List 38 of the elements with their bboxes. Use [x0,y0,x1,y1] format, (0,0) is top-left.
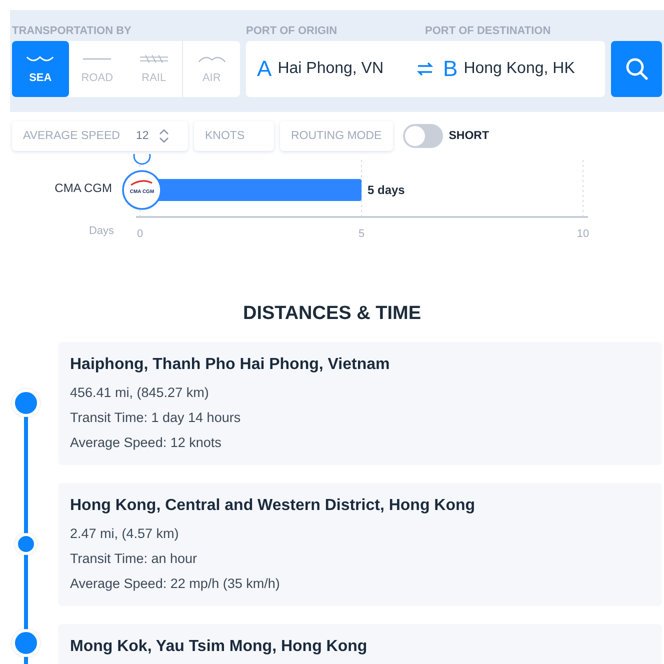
carrier-label: CMA CGM [54,181,112,195]
stop-detail: Transit Time: an hour [70,550,198,568]
stop-detail: Transit Time: 1 day 14 hours [70,409,242,427]
tick-label: 5 [358,228,365,240]
stop-name: Haiphong, Thanh Pho Hai Phong, Vietnam [70,356,391,374]
stop-detail: Average Speed: 12 knots [70,434,222,452]
tick-label: 0 [136,228,144,240]
unit-select[interactable]: KNOTS [194,121,274,151]
wave-icon [25,54,56,64]
origin-field[interactable]: A Hai Phong, VN [246,41,412,97]
stepper-icon [158,128,169,144]
search-icon [624,57,648,81]
swap-icon [417,62,433,76]
speed-field[interactable]: AVERAGE SPEED 12 [12,121,188,151]
axis-title: Days [88,225,114,237]
rail-icon [138,54,169,64]
transport-label: TRANSPORTATION BY [12,25,132,37]
search-button[interactable] [611,41,662,97]
mode-tab[interactable]: RAIL [126,41,182,97]
air-route-icon [196,54,227,64]
routing-mode-label: ROUTING MODE [280,121,393,151]
stop-detail: 456.41 mi, (845.27 km) [70,384,210,402]
stop-detail: Average Speed: 22 mp/h (35 km/h) [70,575,281,593]
mode-tab[interactable]: SEA [12,41,69,97]
tick-label: 10 [576,228,590,240]
destination-field[interactable]: B Hong Kong, HK [438,41,605,97]
routing-toggle[interactable] [402,124,443,148]
mode-tab[interactable]: AIR [182,41,240,97]
toggle-label: SHORT [448,130,489,142]
origin-label: PORT OF ORIGIN [246,25,338,37]
bar-value-label: 5 days [368,183,405,197]
stop-name: Mong Kok, Yau Tsim Mong, Hong Kong [70,638,368,656]
logo-icon [133,154,151,165]
stop-name: Hong Kong, Central and Western District, Hong Kong [70,497,476,515]
stop-detail: 2.47 mi, (4.57 km) [70,525,180,543]
section-title: DISTANCES & TIME [242,302,422,326]
mode-tab[interactable]: ROAD [68,41,126,97]
destination-label: PORT OF DESTINATION [425,25,551,37]
